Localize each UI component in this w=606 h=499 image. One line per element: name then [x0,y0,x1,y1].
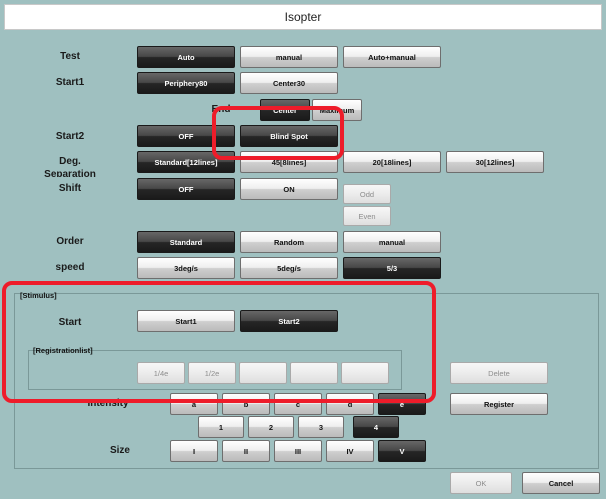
order-manual-button[interactable]: manual [343,231,441,253]
speed-5deg-button[interactable]: 5deg/s [240,257,338,279]
shift-on-button[interactable]: ON [240,178,338,200]
size-iv-button[interactable]: IV [326,440,374,462]
order-label: Order [56,236,84,247]
size-ii-button[interactable]: II [222,440,270,462]
register-button[interactable]: Register [450,393,548,415]
deg-label: Deg. [59,156,81,167]
isopter-dialog: Isopter Test Auto manual Auto+manual Sta… [0,0,606,499]
intensity-4-button[interactable]: 4 [353,416,399,438]
size-i-button[interactable]: I [170,440,218,462]
intensity-3-button[interactable]: 3 [298,416,344,438]
cancel-button[interactable]: Cancel [522,472,600,494]
speed-3deg-button[interactable]: 3deg/s [137,257,235,279]
shift-off-button[interactable]: OFF [137,178,235,200]
dialog-title: Isopter [4,4,602,30]
test-auto-manual-button[interactable]: Auto+manual [343,46,441,68]
deg-20-button[interactable]: 20[18lines] [343,151,441,173]
start2-label: Start2 [55,131,85,142]
deg-30-button[interactable]: 30[12lines] [446,151,544,173]
ok-button[interactable]: OK [450,472,512,494]
size-iii-button[interactable]: III [274,440,322,462]
order-random-button[interactable]: Random [240,231,338,253]
size-label: Size [109,445,130,456]
shift-odd-button[interactable]: Odd [343,184,391,204]
delete-button[interactable]: Delete [450,362,548,384]
separation-label: Separation [44,169,96,177]
blind-spot-highlight [212,106,344,160]
intensity-2-button[interactable]: 2 [248,416,294,438]
start1-label: Start1 [55,77,85,88]
speed-label: speed [55,262,85,273]
stimulus-highlight [2,281,436,403]
test-auto-button[interactable]: Auto [137,46,235,68]
start1-periphery80-button[interactable]: Periphery80 [137,72,235,94]
deg-separation-label-group: Deg. Separation [40,151,100,177]
speed-5-3-button[interactable]: 5/3 [343,257,441,279]
test-manual-button[interactable]: manual [240,46,338,68]
test-label: Test [60,51,80,62]
order-standard-button[interactable]: Standard [137,231,235,253]
shift-even-button[interactable]: Even [343,206,391,226]
intensity-1-button[interactable]: 1 [198,416,244,438]
start1-center30-button[interactable]: Center30 [240,72,338,94]
size-v-button[interactable]: V [378,440,426,462]
shift-label: Shift [58,183,82,194]
